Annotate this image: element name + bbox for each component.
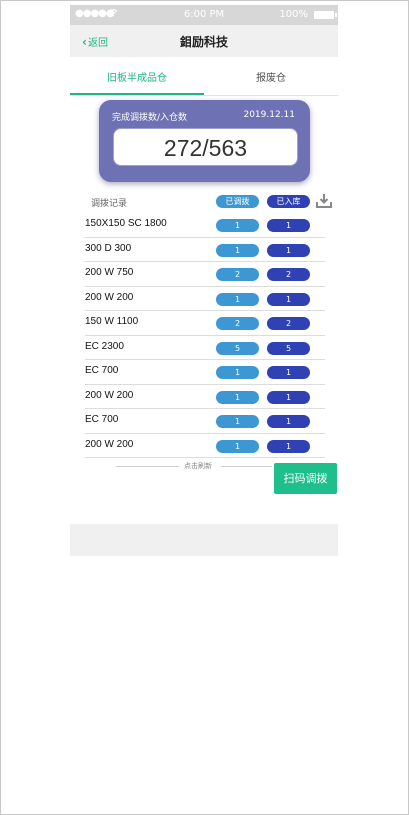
records-title: 调拨记录 xyxy=(91,199,128,209)
refresh-link[interactable]: 点击刷新 xyxy=(184,461,212,471)
stored-count: 1 xyxy=(267,292,310,306)
stored-count: 2 xyxy=(267,317,310,330)
item-name: 200 W 200 xyxy=(85,438,134,450)
table-row[interactable]: 200 W 200 1 1 xyxy=(85,385,325,409)
tab-label: 旧板半成品仓 xyxy=(107,73,167,84)
table-row[interactable]: EC 2300 5 5 xyxy=(85,336,325,360)
page-title: 鉬励科技 xyxy=(179,35,228,49)
table-row[interactable]: EC 700 1 1 xyxy=(85,409,325,434)
battery-percent: 100% xyxy=(279,9,308,20)
stored-count: 1 xyxy=(267,415,310,428)
download-icon[interactable] xyxy=(315,192,333,210)
stored-count: 1 xyxy=(267,439,310,453)
summary-label: 完成调拨数/入仓数 xyxy=(112,113,188,123)
phone-screen: ●●●●● 6:00 PM 100% ‹返回 鉬励科技 旧板半成品仓 报废仓 完… xyxy=(70,5,338,556)
item-name: 200 W 200 xyxy=(85,389,134,401)
transferred-count: 2 xyxy=(216,317,259,330)
records-header: 调拨记录 已调拨 已入库 xyxy=(70,192,338,213)
bottom-bar xyxy=(70,524,338,556)
records-list: 150X150 SC 1800 1 1 300 D 300 1 1 200 W … xyxy=(85,213,325,458)
transferred-count: 1 xyxy=(216,366,259,379)
scan-transfer-button[interactable]: 扫码调拨 xyxy=(274,463,337,494)
nav-bar: ‹返回 鉬励科技 xyxy=(70,25,338,57)
table-row[interactable]: 200 W 750 2 2 xyxy=(85,262,325,287)
divider-line xyxy=(116,466,179,467)
refresh-divider: 点击刷新 xyxy=(116,460,272,472)
transferred-count: 5 xyxy=(216,341,259,355)
summary-card: 完成调拨数/入仓数 2019.12.11 272/563 xyxy=(99,100,310,182)
stored-count: 1 xyxy=(267,243,310,257)
stored-count: 1 xyxy=(267,219,310,232)
table-row[interactable]: 200 W 200 1 1 xyxy=(85,434,325,458)
table-row[interactable]: 200 W 200 1 1 xyxy=(85,287,325,311)
battery-icon xyxy=(314,11,337,19)
divider-line xyxy=(221,466,272,467)
item-name: 300 D 300 xyxy=(85,242,132,254)
stored-count: 5 xyxy=(267,341,310,355)
transferred-count: 1 xyxy=(216,415,259,428)
item-name: EC 2300 xyxy=(85,340,124,352)
item-name: 150 W 1100 xyxy=(85,316,139,327)
item-name: EC 700 xyxy=(85,365,119,376)
tab-scrap-warehouse[interactable]: 报废仓 xyxy=(204,69,338,93)
table-row[interactable]: 150 W 1100 2 2 xyxy=(85,311,325,336)
stored-count: 2 xyxy=(267,268,310,281)
tab-old-board-semi-finished[interactable]: 旧板半成品仓 xyxy=(70,69,204,95)
transferred-count: 2 xyxy=(216,268,259,281)
table-row[interactable]: 300 D 300 1 1 xyxy=(85,238,325,262)
item-name: 150X150 SC 1800 xyxy=(85,218,167,229)
stored-count: 1 xyxy=(267,366,310,379)
tab-label: 报废仓 xyxy=(256,73,286,84)
summary-date: 2019.12.11 xyxy=(243,110,295,120)
transferred-count: 1 xyxy=(216,390,259,404)
table-row[interactable]: EC 700 1 1 xyxy=(85,360,325,385)
stored-count: 1 xyxy=(267,390,310,404)
active-tab-indicator xyxy=(70,93,204,95)
item-name: 200 W 200 xyxy=(85,291,134,303)
transferred-column-badge: 已调拨 xyxy=(216,195,259,208)
summary-count: 272/563 xyxy=(113,128,298,166)
table-row[interactable]: 150X150 SC 1800 1 1 xyxy=(85,213,325,238)
transferred-count: 1 xyxy=(216,219,259,232)
transferred-count: 1 xyxy=(216,243,259,257)
transferred-count: 1 xyxy=(216,439,259,453)
status-bar: ●●●●● 6:00 PM 100% xyxy=(70,5,338,25)
tab-bar: 旧板半成品仓 报废仓 xyxy=(70,69,338,96)
item-name: 200 W 750 xyxy=(85,267,134,278)
stored-column-badge: 已入库 xyxy=(267,195,310,208)
item-name: EC 700 xyxy=(85,414,119,425)
transferred-count: 1 xyxy=(216,292,259,306)
